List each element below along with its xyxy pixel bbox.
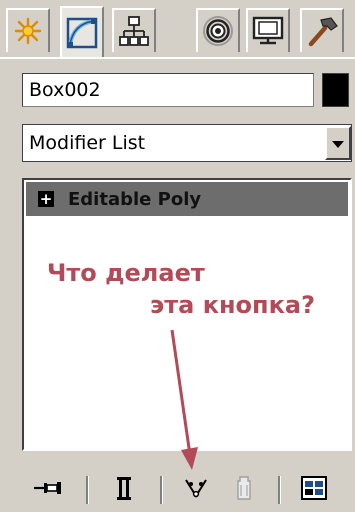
remove-modifier-icon (234, 475, 254, 505)
tab-utilities[interactable] (300, 8, 344, 52)
object-color-swatch[interactable] (322, 73, 349, 107)
display-icon (251, 15, 285, 47)
annotation-line-1: Что делает (47, 259, 205, 287)
expand-icon[interactable]: + (38, 191, 54, 207)
stack-item-label: Editable Poly (68, 188, 202, 210)
configure-modifier-sets-icon (300, 475, 328, 505)
pin-stack-icon (32, 478, 64, 502)
tab-motion[interactable] (196, 8, 240, 52)
toolbar-separator (278, 476, 281, 504)
configure-modifier-sets-button[interactable] (296, 472, 332, 508)
pin-stack-button[interactable] (30, 472, 66, 508)
command-panel-tabs (0, 0, 355, 60)
modifier-stack-toolbar (0, 470, 355, 512)
modifier-list-label: Modifier List (29, 132, 146, 154)
make-unique-icon (183, 477, 209, 503)
hierarchy-icon (118, 15, 150, 47)
object-name-field[interactable] (22, 73, 314, 107)
create-icon (13, 16, 43, 46)
show-end-result-icon (114, 475, 134, 505)
annotation-line-2: эта кнопка? (150, 291, 316, 319)
modify-icon (65, 16, 99, 50)
command-panel: Modifier List + Editable Poly Что делает… (0, 0, 355, 512)
make-unique-button[interactable] (178, 472, 214, 508)
dropdown-arrow-button[interactable] (325, 126, 351, 160)
tab-hierarchy[interactable] (112, 8, 156, 52)
tab-create[interactable] (6, 8, 50, 52)
tabs-divider (0, 57, 355, 59)
show-end-result-button[interactable] (106, 472, 142, 508)
toolbar-separator (160, 476, 163, 504)
tab-display[interactable] (246, 8, 290, 52)
remove-modifier-button[interactable] (226, 472, 262, 508)
modifier-list-dropdown[interactable]: Modifier List (22, 124, 352, 162)
chevron-down-icon (332, 134, 344, 153)
stack-item-editable-poly[interactable]: + Editable Poly (26, 182, 348, 216)
motion-icon (201, 14, 235, 48)
tab-modify[interactable] (60, 6, 104, 58)
toolbar-separator (86, 476, 89, 504)
utilities-icon (305, 14, 339, 48)
